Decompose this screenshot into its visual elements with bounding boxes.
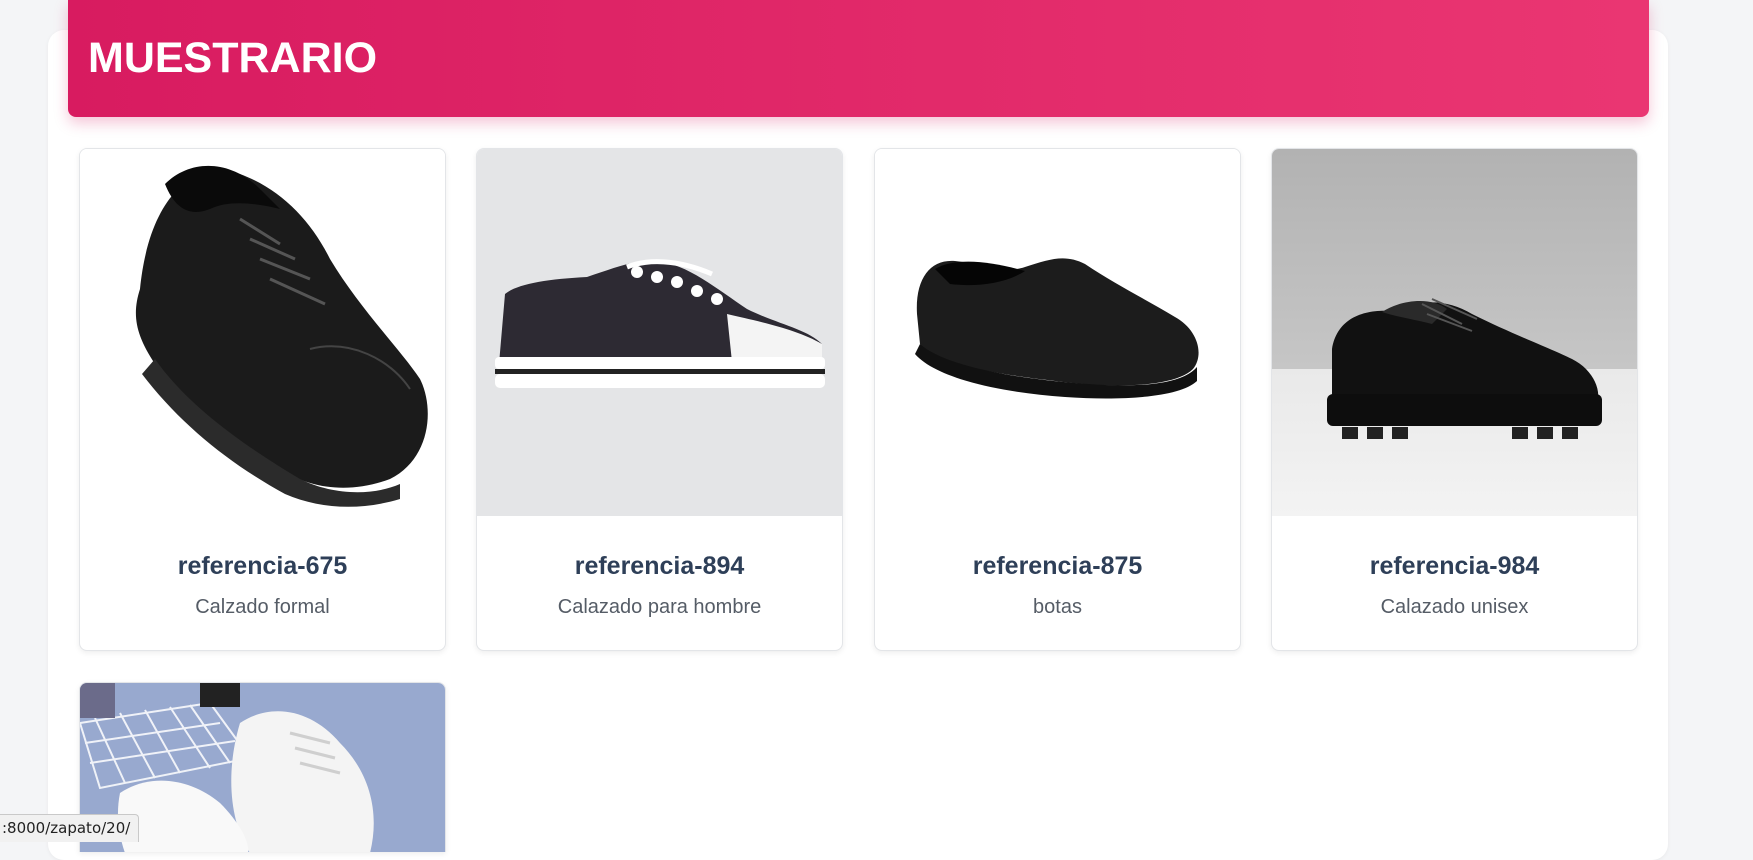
- product-card[interactable]: referencia-875 botas: [874, 148, 1241, 651]
- product-name[interactable]: referencia-875: [875, 552, 1240, 581]
- product-name[interactable]: referencia-984: [1272, 552, 1637, 581]
- black-leather-lace-up-shoe-image[interactable]: [80, 149, 445, 516]
- product-name[interactable]: referencia-894: [477, 552, 842, 581]
- status-bar-url: :8000/zapato/20/: [0, 814, 140, 842]
- canvas-sneaker-image[interactable]: [477, 149, 842, 516]
- product-description: Calazado unisex: [1380, 596, 1529, 618]
- product-description: Calzado formal: [195, 596, 330, 618]
- product-card[interactable]: referencia-894 Calazado para hombre: [476, 148, 843, 651]
- product-card[interactable]: referencia-675 Calzado formal: [79, 148, 446, 651]
- product-description: Calazado para hombre: [557, 596, 762, 618]
- product-description: botas: [1033, 596, 1082, 618]
- black-slip-on-shoe-image[interactable]: [875, 149, 1240, 516]
- product-card[interactable]: referencia-984 Calazado unisex: [1271, 148, 1638, 651]
- page-header: MUESTRARIO: [68, 0, 1649, 117]
- black-platform-derby-shoe-image[interactable]: [1272, 149, 1637, 516]
- page-title: MUESTRARIO: [88, 34, 378, 82]
- product-name[interactable]: referencia-675: [80, 552, 445, 581]
